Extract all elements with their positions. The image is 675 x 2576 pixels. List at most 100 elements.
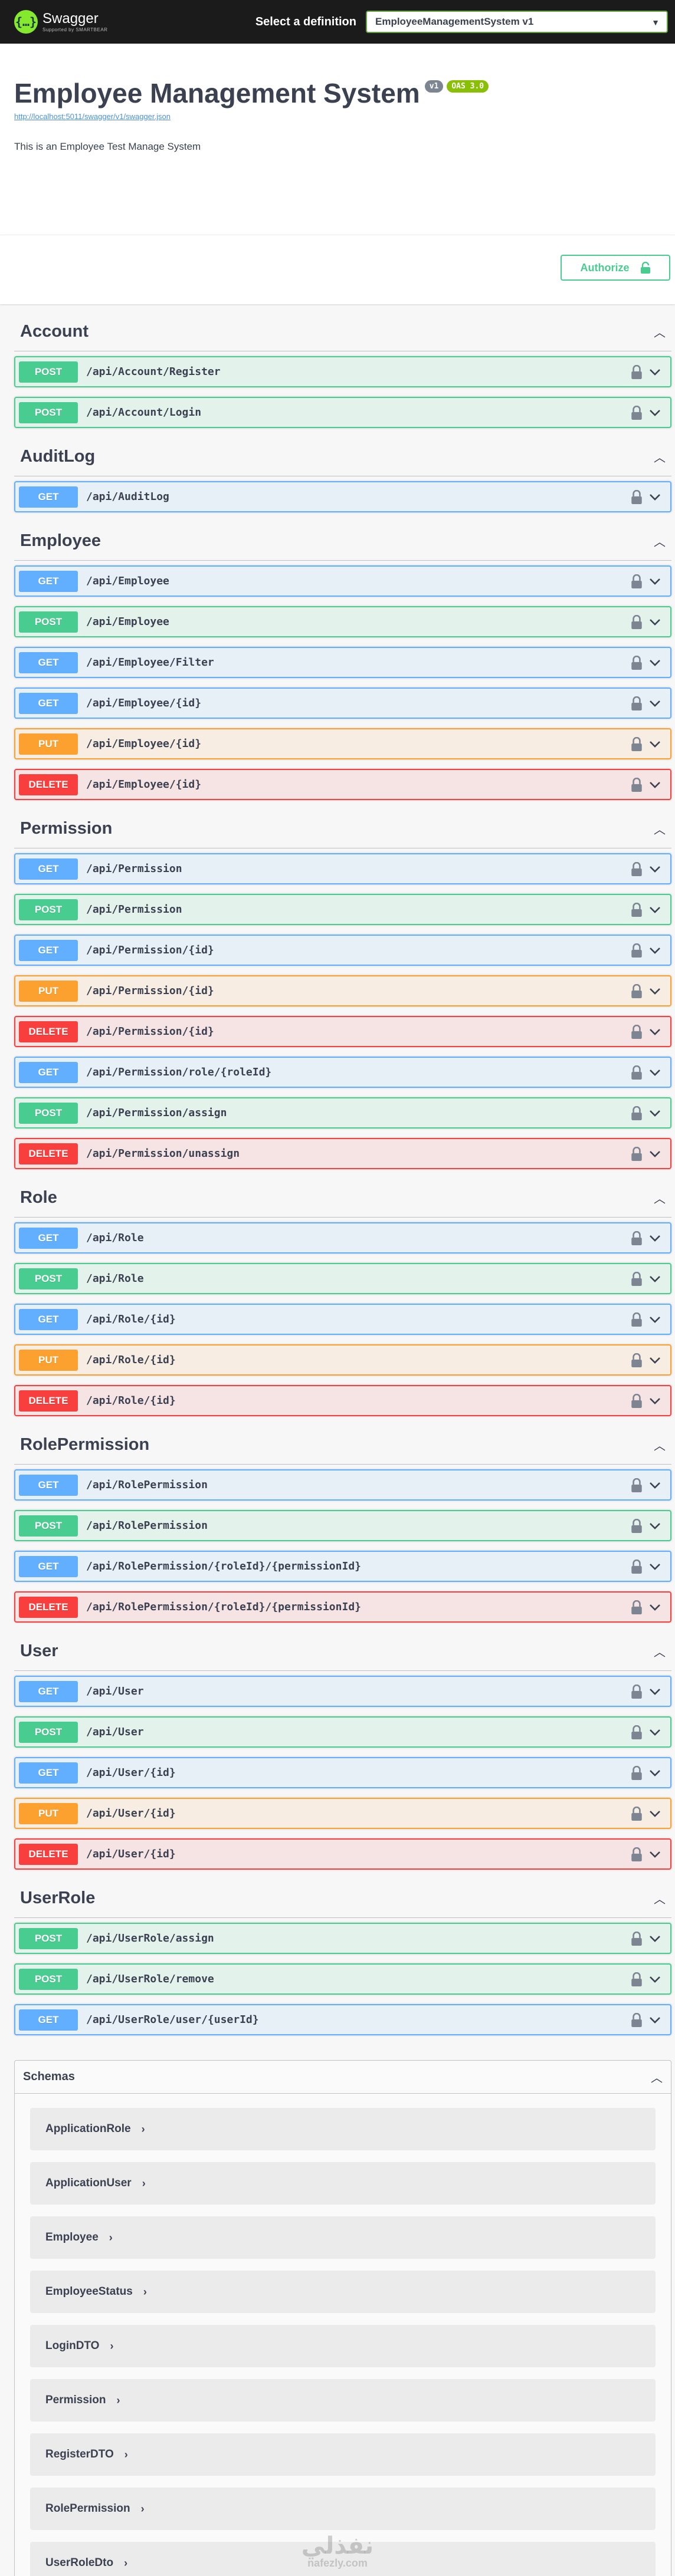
- schema-item[interactable]: ApplicationUser ›: [30, 2162, 656, 2205]
- chevron-up-icon[interactable]: ︿: [654, 1436, 666, 1453]
- chevron-up-icon[interactable]: ︿: [654, 323, 666, 340]
- chevron-down-icon[interactable]: [648, 1106, 662, 1120]
- lock-icon[interactable]: [630, 1806, 643, 1821]
- chevron-right-icon[interactable]: ›: [142, 2123, 145, 2136]
- chevron-down-icon[interactable]: [648, 1065, 662, 1080]
- lock-icon[interactable]: [630, 736, 643, 751]
- chevron-down-icon[interactable]: [648, 1685, 662, 1699]
- lock-icon[interactable]: [630, 1931, 643, 1946]
- lock-icon[interactable]: [630, 1353, 643, 1367]
- lock-icon[interactable]: [630, 489, 643, 504]
- chevron-down-icon[interactable]: [648, 1932, 662, 1946]
- tag-header[interactable]: AuditLog ︿: [14, 437, 671, 476]
- chevron-down-icon[interactable]: [648, 778, 662, 792]
- lock-icon[interactable]: [630, 1231, 643, 1245]
- lock-icon[interactable]: [630, 902, 643, 917]
- chevron-down-icon[interactable]: [648, 1312, 662, 1327]
- lock-icon[interactable]: [630, 983, 643, 998]
- lock-icon[interactable]: [630, 1106, 643, 1120]
- chevron-up-icon[interactable]: ︿: [654, 1643, 666, 1660]
- chevron-down-icon[interactable]: [648, 1147, 662, 1161]
- chevron-up-icon[interactable]: ︿: [654, 448, 666, 465]
- chevron-down-icon[interactable]: [648, 1231, 662, 1245]
- chevron-right-icon[interactable]: ›: [143, 2286, 147, 2298]
- lock-icon[interactable]: [630, 1024, 643, 1039]
- operation-row[interactable]: POST/api/Employee: [14, 606, 671, 637]
- chevron-up-icon[interactable]: ︿: [654, 820, 666, 837]
- chevron-down-icon[interactable]: [648, 737, 662, 751]
- chevron-up-icon[interactable]: ︿: [651, 2068, 663, 2085]
- lock-icon[interactable]: [630, 574, 643, 588]
- tag-header[interactable]: Account ︿: [14, 312, 671, 351]
- lock-icon[interactable]: [630, 1271, 643, 1286]
- tag-header[interactable]: Employee ︿: [14, 522, 671, 561]
- operation-row[interactable]: POST/api/Account/Login: [14, 397, 671, 428]
- operation-row[interactable]: PUT/api/Role/{id}: [14, 1344, 671, 1376]
- lock-icon[interactable]: [630, 1765, 643, 1780]
- operation-row[interactable]: GET/api/Employee: [14, 565, 671, 597]
- lock-icon[interactable]: [630, 1478, 643, 1492]
- operation-row[interactable]: GET/api/RolePermission/{roleId}/{permiss…: [14, 1551, 671, 1582]
- chevron-down-icon[interactable]: [648, 656, 662, 670]
- operation-row[interactable]: PUT/api/Permission/{id}: [14, 975, 671, 1006]
- operation-row[interactable]: POST/api/UserRole/remove: [14, 1963, 671, 1995]
- chevron-up-icon[interactable]: ︿: [654, 1890, 666, 1907]
- operation-row[interactable]: POST/api/Permission/assign: [14, 1097, 671, 1129]
- operation-row[interactable]: GET/api/Permission/{id}: [14, 935, 671, 966]
- chevron-right-icon[interactable]: ›: [110, 2340, 113, 2353]
- chevron-right-icon[interactable]: ›: [142, 2177, 146, 2190]
- chevron-down-icon[interactable]: [648, 490, 662, 504]
- chevron-down-icon[interactable]: [648, 1560, 662, 1574]
- operation-row[interactable]: DELETE/api/Role/{id}: [14, 1385, 671, 1416]
- schema-item[interactable]: Employee ›: [30, 2216, 656, 2259]
- lock-icon[interactable]: [630, 405, 643, 420]
- operation-row[interactable]: DELETE/api/RolePermission/{roleId}/{perm…: [14, 1591, 671, 1623]
- operation-row[interactable]: DELETE/api/Permission/unassign: [14, 1138, 671, 1169]
- chevron-down-icon[interactable]: [648, 1519, 662, 1533]
- chevron-right-icon[interactable]: ›: [141, 2503, 145, 2515]
- lock-icon[interactable]: [630, 1684, 643, 1699]
- tag-header[interactable]: User ︿: [14, 1632, 671, 1671]
- chevron-down-icon[interactable]: [648, 903, 662, 917]
- operation-row[interactable]: POST/api/Permission: [14, 894, 671, 925]
- chevron-down-icon[interactable]: [648, 1272, 662, 1286]
- lock-icon[interactable]: [630, 943, 643, 958]
- chevron-right-icon[interactable]: ›: [109, 2232, 113, 2244]
- chevron-down-icon[interactable]: [648, 615, 662, 629]
- chevron-down-icon[interactable]: [648, 862, 662, 876]
- tag-header[interactable]: UserRole ︿: [14, 1879, 671, 1918]
- operation-row[interactable]: POST/api/UserRole/assign: [14, 1923, 671, 1954]
- operation-row[interactable]: GET/api/Permission: [14, 853, 671, 884]
- chevron-right-icon[interactable]: ›: [116, 2394, 120, 2407]
- operation-row[interactable]: GET/api/User/{id}: [14, 1757, 671, 1788]
- operation-row[interactable]: DELETE/api/Employee/{id}: [14, 769, 671, 800]
- schema-item[interactable]: RegisterDTO ›: [30, 2433, 656, 2476]
- chevron-right-icon[interactable]: ›: [124, 2449, 128, 2461]
- lock-icon[interactable]: [630, 1847, 643, 1861]
- operation-row[interactable]: GET/api/User: [14, 1676, 671, 1707]
- lock-icon[interactable]: [630, 1146, 643, 1161]
- schema-item[interactable]: Permission ›: [30, 2379, 656, 2422]
- chevron-down-icon[interactable]: [648, 1394, 662, 1408]
- lock-icon[interactable]: [630, 1725, 643, 1739]
- tag-header[interactable]: RolePermission ︿: [14, 1426, 671, 1465]
- operation-row[interactable]: POST/api/User: [14, 1716, 671, 1748]
- operation-row[interactable]: GET/api/RolePermission: [14, 1469, 671, 1501]
- tag-header[interactable]: Role ︿: [14, 1179, 671, 1218]
- operation-row[interactable]: GET/api/Permission/role/{roleId}: [14, 1057, 671, 1088]
- lock-icon[interactable]: [630, 861, 643, 876]
- schemas-header[interactable]: Schemas ︿: [15, 2061, 671, 2094]
- schema-item[interactable]: LoginDTO ›: [30, 2325, 656, 2367]
- lock-icon[interactable]: [630, 1600, 643, 1614]
- chevron-up-icon[interactable]: ︿: [654, 1189, 666, 1206]
- lock-icon[interactable]: [630, 1518, 643, 1533]
- chevron-down-icon[interactable]: [648, 943, 662, 958]
- tag-header[interactable]: Permission ︿: [14, 810, 671, 848]
- lock-icon[interactable]: [630, 2012, 643, 2027]
- lock-icon[interactable]: [630, 777, 643, 792]
- operation-row[interactable]: GET/api/AuditLog: [14, 481, 671, 512]
- chevron-down-icon[interactable]: [648, 1353, 662, 1367]
- chevron-down-icon[interactable]: [648, 2013, 662, 2027]
- lock-icon[interactable]: [630, 1393, 643, 1408]
- chevron-up-icon[interactable]: ︿: [654, 532, 666, 550]
